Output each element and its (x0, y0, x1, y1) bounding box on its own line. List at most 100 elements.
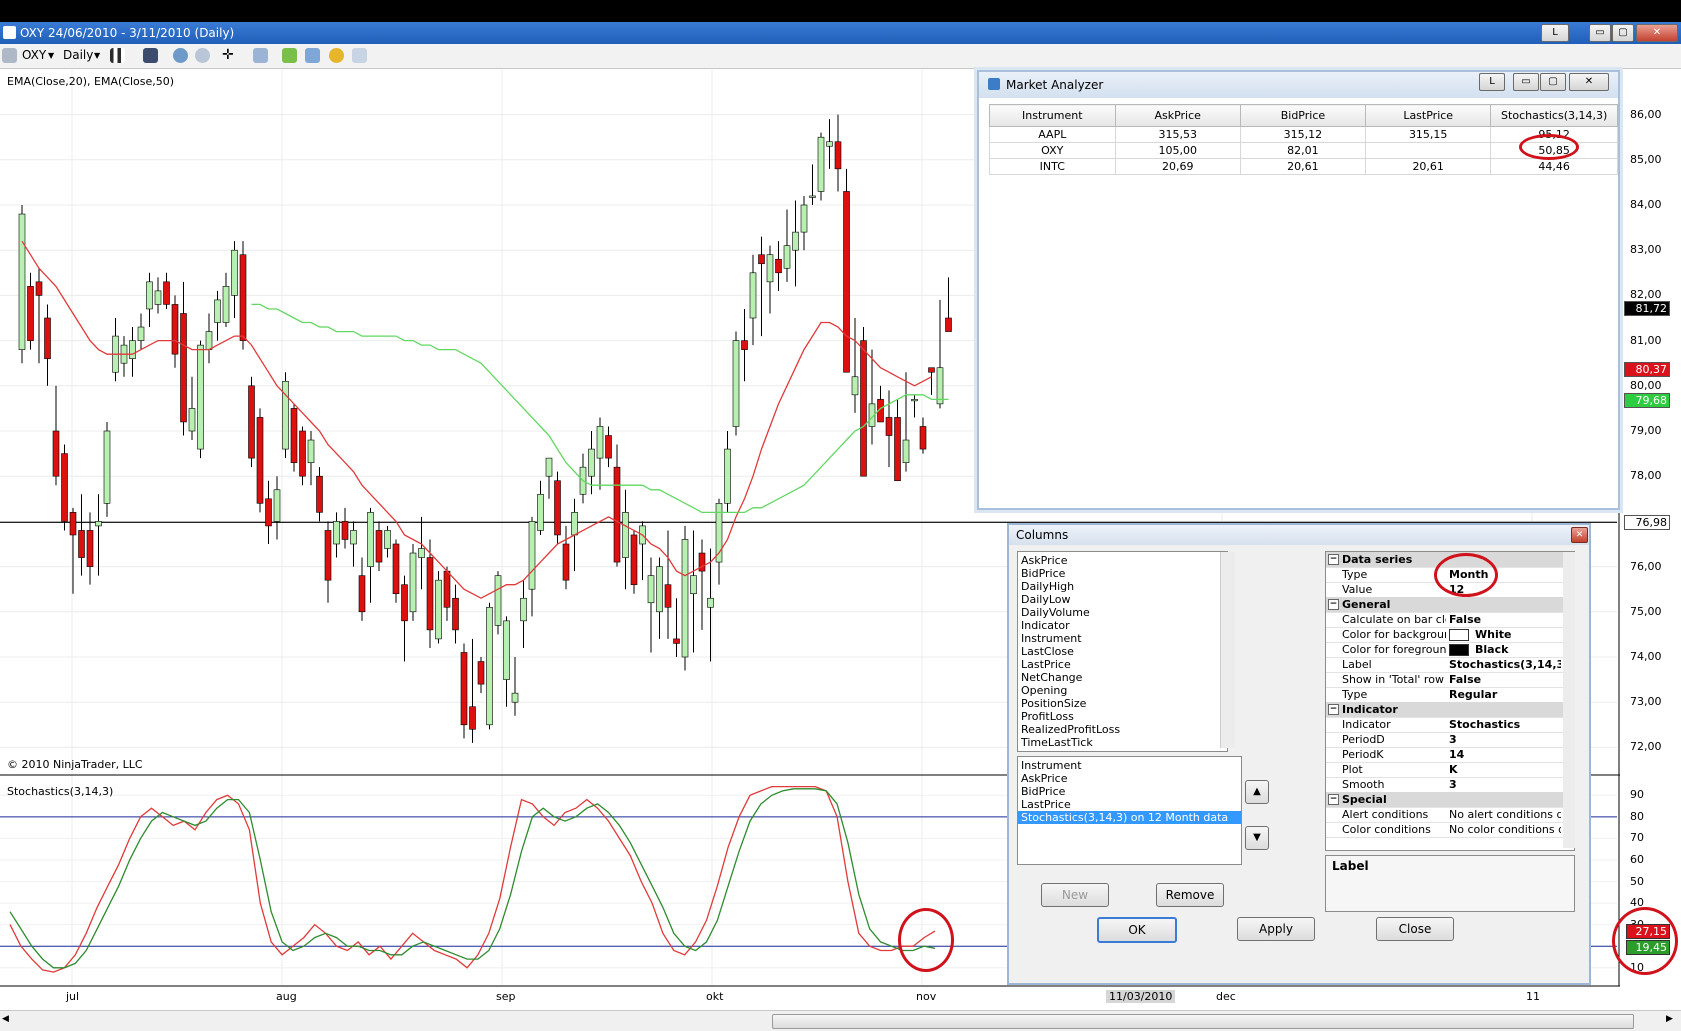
property-category[interactable]: − Special (1326, 792, 1563, 808)
available-column-item[interactable]: PositionSize (1018, 697, 1227, 710)
available-column-item[interactable]: Opening (1018, 684, 1227, 697)
available-column-item[interactable]: ProfitLoss (1018, 710, 1227, 723)
available-column-item[interactable]: NetChange (1018, 671, 1227, 684)
property-row[interactable]: PeriodK 14 (1326, 747, 1563, 763)
property-row[interactable]: Color for foreground Black (1326, 642, 1563, 658)
property-value[interactable]: Stochastics (1449, 718, 1561, 731)
property-value[interactable]: 14 (1449, 748, 1561, 761)
property-value[interactable]: No alert conditions defined (1449, 808, 1561, 821)
property-row[interactable]: Smooth 3 (1326, 777, 1563, 793)
property-row[interactable]: Type Regular (1326, 687, 1563, 703)
property-row[interactable]: Indicator Stochastics (1326, 717, 1563, 733)
property-value[interactable]: K (1449, 763, 1561, 776)
available-column-item[interactable]: DailyLow (1018, 593, 1227, 606)
available-column-item[interactable]: Instrument (1018, 632, 1227, 645)
property-row[interactable]: Plot K (1326, 762, 1563, 778)
property-value[interactable]: False (1449, 673, 1561, 686)
scroll-right-icon[interactable]: ▶ (1666, 1014, 1673, 1024)
property-row[interactable]: Color for backgroundWhite (1326, 627, 1563, 643)
collapse-icon[interactable]: − (1328, 554, 1339, 565)
ma-column-header[interactable]: Stochastics(3,14,3) (1490, 104, 1618, 127)
property-grid[interactable]: − Data series Type Month Value 12− General Calc… (1325, 551, 1575, 851)
available-column-item[interactable]: TimeLastTick (1018, 736, 1227, 749)
property-value[interactable]: Regular (1449, 688, 1561, 701)
ma-close-button[interactable]: ✕ (1569, 73, 1609, 91)
selected-column-item[interactable]: AskPrice (1018, 772, 1241, 785)
restore-button[interactable]: ▢ (1612, 24, 1634, 42)
selected-column-item[interactable]: BidPrice (1018, 785, 1241, 798)
available-columns-list[interactable]: AskPrice BidPrice DailyHigh DailyLow DailyVo… (1017, 551, 1228, 752)
close-dialog-button[interactable]: Close (1376, 917, 1454, 941)
property-row[interactable]: Label Stochastics(3,14,3) (1326, 657, 1563, 673)
available-column-item[interactable]: BidPrice (1018, 567, 1227, 580)
alerts-icon[interactable] (329, 48, 344, 63)
bar-type-icon[interactable] (110, 48, 125, 63)
move-up-button[interactable]: ▲ (1245, 780, 1269, 804)
property-grid-scrollbar[interactable] (1563, 552, 1575, 848)
property-category[interactable]: − Indicator (1326, 702, 1563, 718)
ma-restore-button[interactable]: ▢ (1540, 73, 1566, 91)
crosshair-icon[interactable]: ✛ (222, 48, 237, 63)
close-button[interactable]: ✕ (1636, 24, 1678, 42)
property-value[interactable]: 3 (1449, 778, 1561, 791)
ma-column-header[interactable]: BidPrice (1239, 104, 1367, 127)
available-column-item[interactable]: Indicator (1018, 619, 1227, 632)
instrument-selector[interactable]: OXY (22, 47, 46, 64)
remove-button[interactable]: Remove (1156, 883, 1224, 907)
property-row[interactable]: Alert conditions No alert conditions defi… (1326, 807, 1563, 823)
interval-selector[interactable]: Daily (63, 47, 93, 64)
property-category[interactable]: − General (1326, 597, 1563, 613)
instrument-dropdown-icon[interactable]: ▼ (48, 47, 54, 64)
property-row[interactable]: Show in 'Total' row False (1326, 672, 1563, 688)
available-column-item[interactable]: DailyVolume (1018, 606, 1227, 619)
scroll-left-icon[interactable]: ◀ (2, 1014, 9, 1024)
zoom-out-icon[interactable] (195, 48, 210, 63)
available-column-item[interactable]: LastClose (1018, 645, 1227, 658)
property-value[interactable]: No color conditions defined (1449, 823, 1561, 836)
collapse-icon[interactable]: − (1328, 704, 1339, 715)
chart-titlebar: OXY 24/06/2010 - 3/11/2010 (Daily) L ▭ ▢… (0, 22, 1681, 44)
horizontal-scrollbar[interactable]: ◀ ▶ (0, 1010, 1681, 1031)
available-list-scrollbar[interactable] (1220, 552, 1235, 748)
selected-column-item[interactable]: LastPrice (1018, 798, 1241, 811)
property-value[interactable]: Stochastics(3,14,3) (1449, 658, 1561, 671)
collapse-icon[interactable]: − (1328, 794, 1339, 805)
move-down-button[interactable]: ▼ (1245, 826, 1269, 850)
property-value[interactable]: 3 (1449, 733, 1561, 746)
scroll-thumb[interactable] (772, 1014, 1634, 1029)
selected-columns-list[interactable]: Instrument AskPrice BidPrice LastPrice Stoch… (1017, 756, 1242, 865)
strategy-icon[interactable] (282, 48, 297, 63)
collapse-icon[interactable]: − (1328, 599, 1339, 610)
property-row[interactable]: PeriodD 3 (1326, 732, 1563, 748)
available-column-item[interactable]: AskPrice (1018, 554, 1227, 567)
ma-column-header[interactable]: AskPrice (1114, 104, 1241, 127)
ma-column-header[interactable]: Instrument (989, 104, 1116, 127)
ma-link-button[interactable]: L (1479, 73, 1505, 91)
columns-close-icon[interactable]: ✕ (1571, 527, 1588, 543)
interval-dropdown-icon[interactable]: ▼ (94, 47, 100, 64)
link-button[interactable]: L (1541, 24, 1569, 42)
property-value[interactable]: White (1449, 628, 1561, 641)
selected-column-item[interactable]: Stochastics(3,14,3) on 12 Month data (1018, 811, 1241, 824)
apply-button[interactable]: Apply (1237, 917, 1315, 941)
property-row[interactable]: Calculate on bar closeFalse (1326, 612, 1563, 628)
new-button[interactable]: New (1041, 883, 1109, 907)
data-box-icon[interactable] (352, 48, 367, 63)
property-value[interactable]: False (1449, 613, 1561, 626)
minimize-button[interactable]: ▭ (1589, 24, 1611, 42)
property-row[interactable]: Color conditions No color conditions defi… (1326, 822, 1563, 838)
available-column-item[interactable]: RealizedProfitLoss (1018, 723, 1227, 736)
indicator-icon[interactable] (305, 48, 320, 63)
selected-column-item[interactable]: Instrument (1018, 759, 1241, 772)
available-column-item[interactable]: LastPrice (1018, 658, 1227, 671)
drawing-tool-icon[interactable] (143, 48, 158, 63)
ma-minimize-button[interactable]: ▭ (1513, 73, 1539, 91)
ok-button[interactable]: OK (1097, 917, 1177, 943)
available-column-item[interactable]: DailyHigh (1018, 580, 1227, 593)
ma-row[interactable]: INTC 20,69 20,61 20,61 44,46 (989, 158, 1618, 175)
ma-column-header[interactable]: LastPrice (1365, 104, 1492, 127)
property-value[interactable]: Black (1449, 643, 1561, 656)
properties-icon[interactable] (253, 48, 268, 63)
zoom-in-icon[interactable] (173, 48, 188, 63)
candle-body (265, 498, 272, 527)
